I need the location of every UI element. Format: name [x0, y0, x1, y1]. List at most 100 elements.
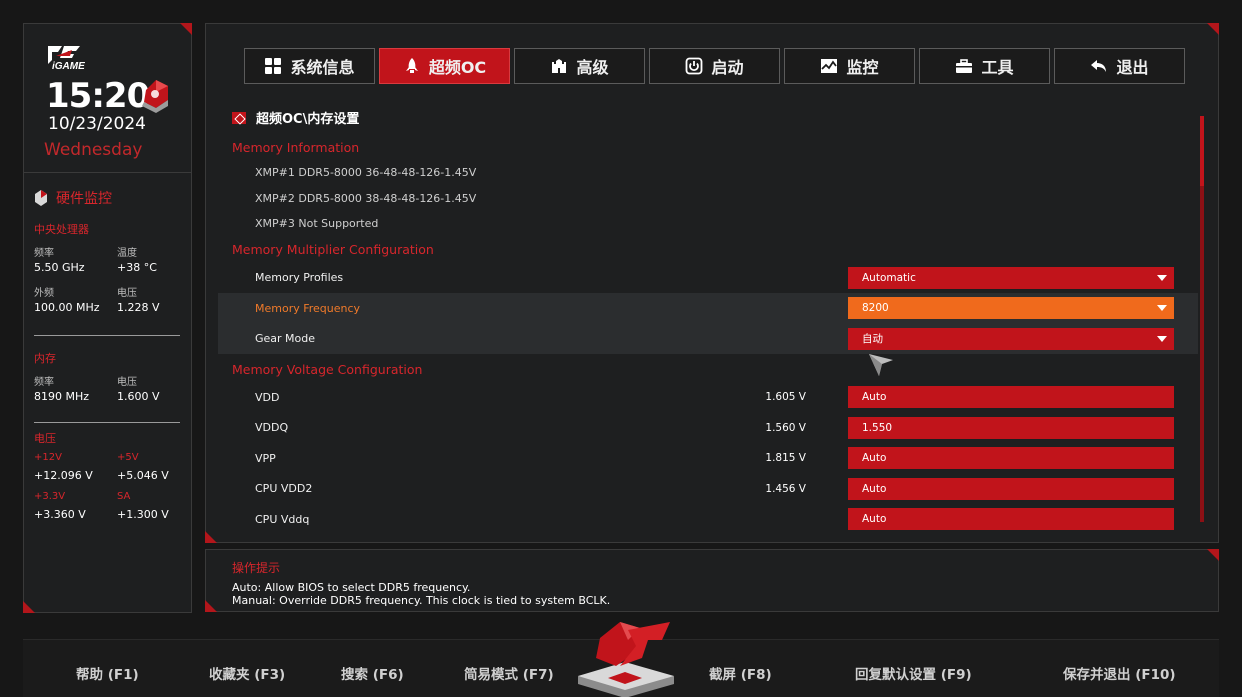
chevron-down-icon [1157, 274, 1167, 281]
cpu-bclk-label: 外频 [34, 288, 54, 299]
list-item: XMP#1 DDR5-8000 36-48-48-126-1.45V [218, 160, 1198, 186]
divider [24, 172, 191, 173]
vdd-input[interactable]: Auto [848, 386, 1174, 409]
tab-label: 启动 [711, 58, 744, 77]
hardware-sidebar: iGAME 15:20 10/23/2024 Wednesday 硬件监控 中央… [23, 23, 192, 613]
gear-mode-label: Gear Mode [255, 332, 316, 346]
setting-row-vdd[interactable]: VDD 1.605 V Auto [218, 382, 1198, 413]
voltage-section-title: 电压 [34, 432, 56, 445]
chevron-down-icon [1157, 305, 1167, 312]
tab-label: 退出 [1116, 58, 1149, 77]
help-button[interactable]: 帮助 (F1) [76, 663, 139, 683]
section-header: Memory Voltage Configuration [218, 356, 1198, 382]
tab-tools[interactable]: 工具 [919, 48, 1050, 84]
input-value: Auto [862, 391, 887, 404]
vpp-input[interactable]: Auto [848, 447, 1174, 470]
castle-icon [552, 59, 567, 73]
setting-row-cpu-vdd2[interactable]: CPU VDD2 1.456 V Auto [218, 474, 1198, 505]
favorites-button[interactable]: 收藏夹 (F3) [209, 663, 285, 683]
vdd-label: VDD [255, 390, 280, 404]
vddq-label: VDDQ [255, 421, 289, 435]
hint-title: 操作提示 [232, 561, 281, 575]
hint-line-1: Auto: Allow BIOS to select DDR5 frequenc… [232, 581, 471, 594]
section-header: Memory Information [218, 134, 1198, 160]
setting-row-vddq[interactable]: VDDQ 1.560 V 1.550 [218, 413, 1198, 444]
divider [34, 422, 180, 423]
section-memory-voltage: Memory Voltage Configuration [232, 361, 423, 377]
tab-exit[interactable]: 退出 [1054, 48, 1185, 84]
load-defaults-button[interactable]: 回复默认设置 (F9) [855, 663, 972, 683]
breadcrumb-icon [232, 111, 246, 124]
vdd-reading: 1.605 V [765, 391, 806, 404]
tab-system-info[interactable]: 系统信息 [244, 48, 375, 84]
xmp-profile-3: XMP#3 Not Supported [255, 217, 379, 231]
clock-date: 10/23/2024 [48, 114, 146, 134]
sa-value: +1.300 V [117, 508, 169, 521]
cpu-vddq-label: CPU Vddq [255, 512, 310, 526]
tab-bar: 系统信息 超频OC 高级 启动 监控 工具 退出 [244, 48, 1185, 84]
breadcrumb: 超频OC\内存设置 [232, 108, 359, 127]
cpu-volt-label: 电压 [117, 288, 137, 299]
memory-frequency-dropdown[interactable]: 8200 [848, 297, 1174, 320]
hardware-monitor-title: 硬件监控 [34, 188, 112, 208]
setting-row-gear-mode[interactable]: Gear Mode 自动 [218, 323, 1198, 354]
tab-boot[interactable]: 启动 [649, 48, 780, 84]
v5-value: +5.046 V [117, 469, 169, 482]
setting-row-vpp[interactable]: VPP 1.815 V Auto [218, 443, 1198, 474]
cpu-vddq-input[interactable]: Auto [848, 508, 1174, 531]
cpu-section-title: 中央处理器 [34, 223, 89, 236]
tab-label: 工具 [981, 58, 1014, 77]
power-icon [686, 57, 703, 75]
tab-overclock[interactable]: 超频OC [379, 48, 510, 84]
main-panel: 系统信息 超频OC 高级 启动 监控 工具 退出 超频OC\内存设置 Memor… [205, 23, 1219, 543]
tab-label: 高级 [576, 58, 609, 77]
hint-panel: 操作提示 Auto: Allow BIOS to select DDR5 fre… [205, 549, 1219, 612]
memory-profiles-dropdown[interactable]: Automatic [848, 266, 1174, 289]
input-value: Auto [862, 482, 887, 495]
cpu-temp-label: 温度 [117, 248, 137, 259]
save-exit-button[interactable]: 保存并退出 (F10) [1063, 663, 1176, 683]
toolbox-icon [956, 59, 973, 73]
v33-value: +3.360 V [34, 508, 86, 521]
scrollbar-track [1200, 186, 1204, 522]
v12-label: +12V [34, 452, 62, 463]
clock-weekday: Wednesday [44, 140, 143, 160]
cpu-temp-value: +38 °C [117, 261, 157, 274]
vddq-input[interactable]: 1.550 [848, 416, 1174, 439]
tab-label: 超频OC [428, 58, 487, 77]
search-button[interactable]: 搜索 (F6) [341, 663, 404, 683]
input-value: Auto [862, 513, 887, 526]
gear-mode-dropdown[interactable]: 自动 [848, 327, 1174, 350]
setting-row-memory-profiles[interactable]: Memory Profiles Automatic [218, 263, 1198, 294]
memory-profiles-label: Memory Profiles [255, 271, 344, 285]
tab-advanced[interactable]: 高级 [514, 48, 645, 84]
hardware-monitor-label: 硬件监控 [56, 191, 112, 207]
tab-monitor[interactable]: 监控 [784, 48, 915, 84]
cpu-bclk-value: 100.00 MHz [34, 301, 100, 314]
dropdown-value: Automatic [862, 271, 916, 284]
cpu-vdd2-input[interactable]: Auto [848, 477, 1174, 500]
mem-volt-value: 1.600 V [117, 390, 160, 403]
chevron-down-icon [1157, 335, 1167, 342]
settings-scrollbar[interactable] [1200, 116, 1204, 522]
hardware-monitor-icon [34, 190, 48, 206]
setting-row-memory-frequency[interactable]: Memory Frequency 8200 [218, 293, 1198, 324]
list-item: XMP#3 Not Supported [218, 211, 1198, 237]
tab-label: 监控 [846, 58, 879, 77]
scrollbar-thumb[interactable] [1200, 116, 1204, 186]
cpu-freq-label: 频率 [34, 248, 54, 259]
settings-list: Memory Information XMP#1 DDR5-8000 36-48… [218, 134, 1198, 535]
cpu-volt-value: 1.228 V [117, 301, 160, 314]
setting-row-cpu-vddq[interactable]: CPU Vddq Auto [218, 504, 1198, 535]
section-header: Memory Multiplier Configuration [218, 237, 1198, 263]
divider [34, 335, 180, 336]
igame-logo: iGAME [46, 42, 136, 72]
cpu-vdd2-label: CPU VDD2 [255, 482, 313, 496]
grid-icon [265, 58, 282, 74]
mem-freq-label: 频率 [34, 377, 54, 388]
screenshot-button[interactable]: 截屏 (F8) [709, 663, 772, 683]
chart-icon [821, 59, 838, 73]
easy-mode-button[interactable]: 简易模式 (F7) [464, 663, 554, 683]
list-item: XMP#2 DDR5-8000 38-48-48-126-1.45V [218, 186, 1198, 212]
cpu-freq-value: 5.50 GHz [34, 261, 85, 274]
